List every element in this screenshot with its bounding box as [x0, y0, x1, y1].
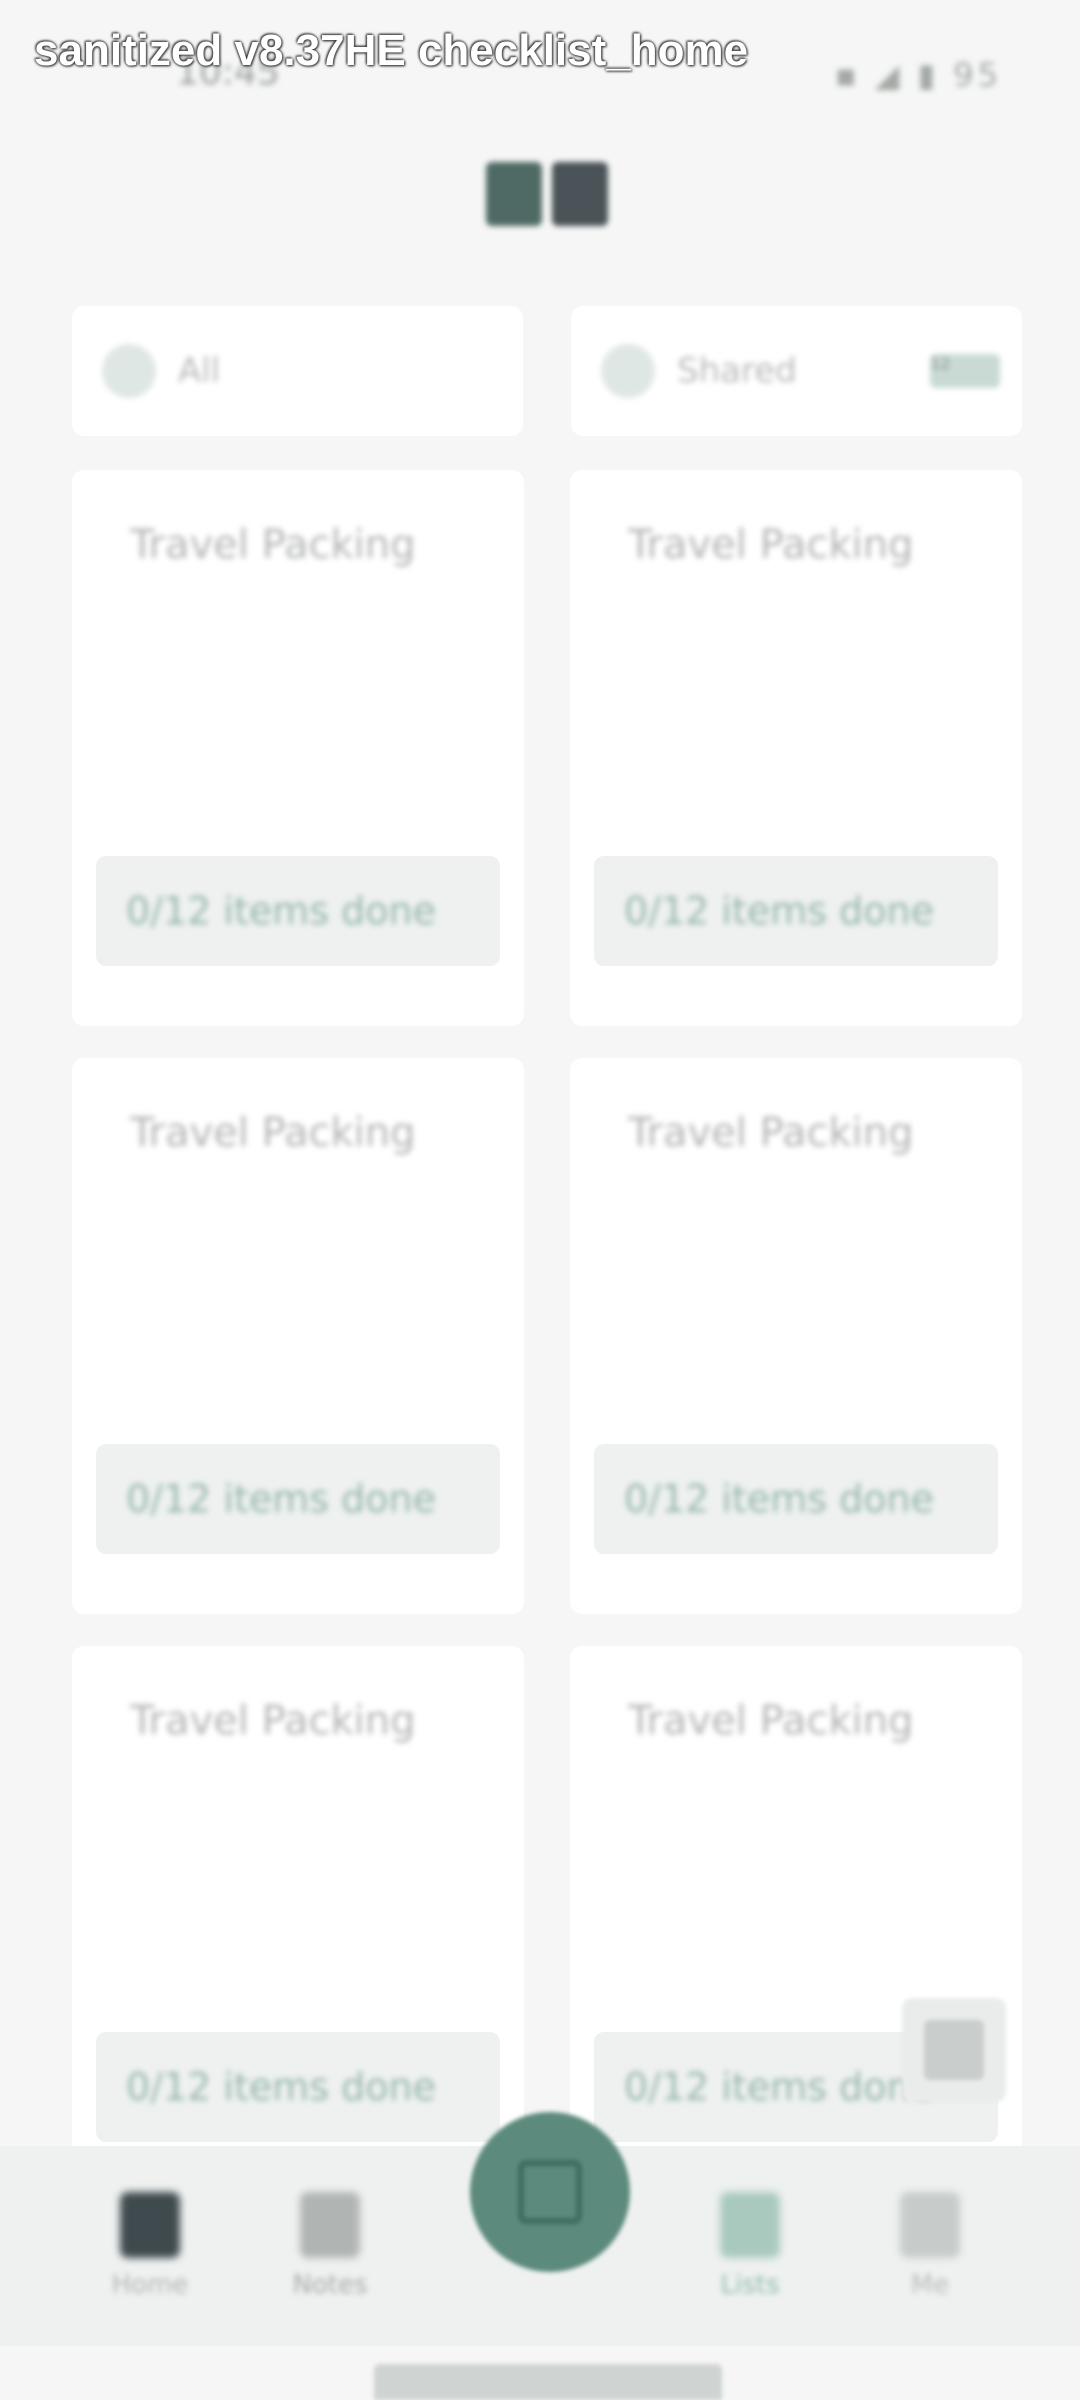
note-icon — [300, 2192, 360, 2258]
card-title: Travel Packing — [130, 1110, 416, 1156]
nav-item-me[interactable]: Me — [880, 2192, 980, 2300]
checklist-card[interactable]: Travel Packing 0/12 items done — [72, 1058, 524, 1614]
nav-label-notes: Notes — [292, 2270, 368, 2300]
filter-row: All Shared 12 — [72, 306, 1022, 436]
checklist-card[interactable]: Travel Packing 0/12 items done — [72, 1646, 524, 2202]
scroll-top-icon — [924, 2020, 984, 2080]
card-footer-text: 0/12 items done — [126, 1477, 436, 1521]
logo-block-left — [486, 162, 542, 226]
filter-chip-all[interactable]: All — [72, 306, 523, 436]
filter-shared-label: Shared — [677, 351, 797, 391]
filter-all-icon — [102, 344, 156, 398]
screen-label: sanitized v8.37HE checklist_home — [34, 26, 749, 75]
card-footer-text: 0/12 items done — [126, 2065, 436, 2109]
card-footer-text: 0/12 items done — [624, 1477, 934, 1521]
status-icons: ▪ ◢ ▮ 95 — [834, 56, 1002, 94]
card-footer: 0/12 items done — [594, 1444, 998, 1554]
card-footer-text: 0/12 items done — [126, 889, 436, 933]
card-footer-text: 0/12 items done — [624, 889, 934, 933]
checklist-card[interactable]: Travel Packing 0/12 items done — [570, 470, 1022, 1026]
profile-icon — [900, 2192, 960, 2258]
nav-label-me: Me — [910, 2270, 950, 2300]
add-checklist-button[interactable] — [470, 2112, 630, 2272]
nav-item-lists[interactable]: Lists — [660, 2146, 840, 2342]
filter-all-label: All — [178, 351, 221, 391]
gesture-bar[interactable] — [374, 2364, 722, 2400]
card-title: Travel Packing — [628, 1110, 914, 1156]
card-title: Travel Packing — [628, 522, 914, 568]
card-footer-text: 0/12 items done — [624, 2065, 934, 2109]
scroll-top-button[interactable] — [902, 1998, 1006, 2102]
checklist-card[interactable]: Travel Packing 0/12 items done — [570, 1058, 1022, 1614]
checklist-card[interactable]: Travel Packing 0/12 items done — [72, 470, 524, 1026]
home-icon — [120, 2192, 180, 2258]
card-title: Travel Packing — [130, 1698, 416, 1744]
card-footer: 0/12 items done — [96, 2032, 500, 2142]
card-title: Travel Packing — [130, 522, 416, 568]
filter-shared-badge: 12 — [930, 354, 1000, 388]
app-logo — [486, 162, 614, 234]
card-footer: 0/12 items done — [96, 856, 500, 966]
logo-block-right — [552, 162, 608, 226]
nav-item-notes[interactable]: Notes — [280, 2192, 380, 2300]
nav-label-home: Home — [111, 2270, 189, 2300]
checklist-grid: Travel Packing 0/12 items done Travel Pa… — [72, 470, 1022, 2202]
card-footer: 0/12 items done — [96, 1444, 500, 1554]
checklist-card[interactable]: Travel Packing 0/12 items done — [570, 1646, 1022, 2202]
add-icon — [518, 2160, 582, 2224]
card-footer: 0/12 items done — [594, 856, 998, 966]
filter-chip-shared[interactable]: Shared 12 — [571, 306, 1022, 436]
filter-shared-icon — [601, 344, 655, 398]
nav-item-home[interactable]: Home — [100, 2192, 200, 2300]
nav-label-lists: Lists — [720, 2270, 780, 2300]
card-title: Travel Packing — [628, 1698, 914, 1744]
checklist-icon — [720, 2192, 780, 2258]
